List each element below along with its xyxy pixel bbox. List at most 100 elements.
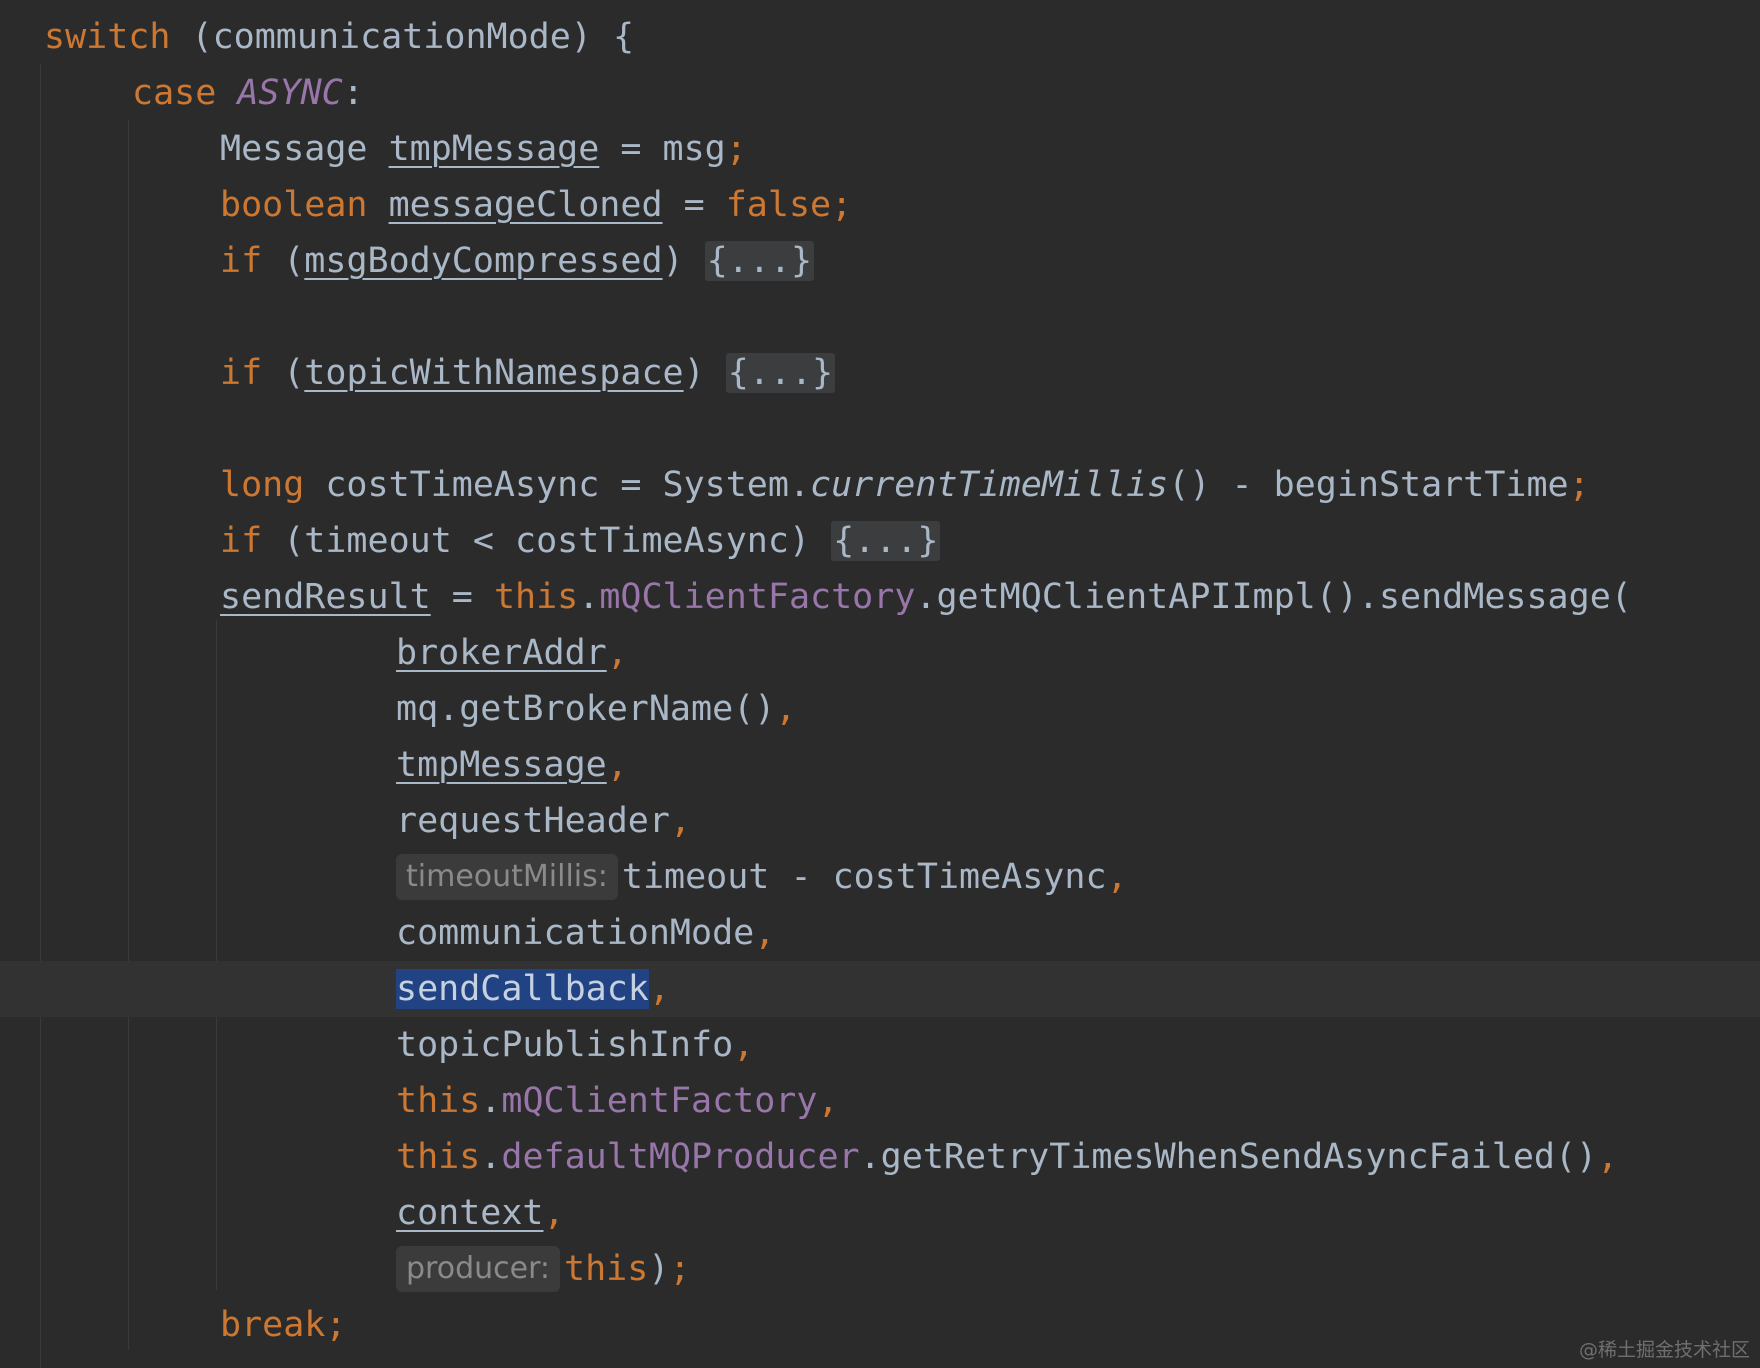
code-token: this <box>396 1081 481 1121</box>
code-token: ASYNC <box>237 73 343 113</box>
indent-guide <box>216 620 217 1290</box>
code-line[interactable]: if (timeout < costTimeAsync) {...} <box>220 513 941 569</box>
code-token: mQClientFactory <box>599 577 916 617</box>
code-line[interactable]: communicationMode, <box>396 905 775 961</box>
code-line[interactable]: timeoutMillis: timeout - costTimeAsync, <box>396 849 1128 905</box>
code-token: case <box>132 73 238 113</box>
code-token: , <box>775 689 797 729</box>
code-token: ; <box>831 185 853 225</box>
code-line[interactable]: mq.getBrokerName(), <box>396 681 796 737</box>
code-token: . <box>578 577 600 617</box>
code-token: communicationMode <box>396 913 755 953</box>
code-line[interactable]: switch (communicationMode) { <box>44 9 634 65</box>
code-token: ; <box>1568 465 1590 505</box>
code-token: context <box>396 1193 544 1233</box>
code-token: ; <box>725 129 747 169</box>
code-line[interactable]: break; <box>220 1297 346 1353</box>
code-token: . <box>480 1137 502 1177</box>
code-token: mQClientFactory <box>501 1081 818 1121</box>
code-token: sendResult <box>220 577 431 617</box>
parameter-hint: producer: <box>396 1246 560 1292</box>
code-token: , <box>669 801 692 841</box>
code-token: false <box>725 185 832 225</box>
code-token: , <box>754 913 776 953</box>
code-line[interactable]: if (msgBodyCompressed) {...} <box>220 233 815 289</box>
code-line[interactable]: tmpMessage, <box>396 737 628 793</box>
code-token: ( <box>283 353 305 393</box>
code-token: () - beginStartTime <box>1168 465 1569 505</box>
watermark: @稀土掘金技术社区 <box>1578 1339 1750 1361</box>
code-editor[interactable]: switch (communicationMode) {case ASYNC: M… <box>0 0 1760 1368</box>
code-token: = <box>430 577 494 617</box>
folded-block[interactable]: {...} <box>704 241 815 281</box>
code-token: this <box>493 577 579 617</box>
code-token: ) <box>662 241 705 281</box>
code-line[interactable]: Message tmpMessage = msg; <box>220 121 747 177</box>
code-token: break <box>220 1305 326 1345</box>
code-token: this <box>396 1137 481 1177</box>
folded-block[interactable]: {...} <box>725 353 836 393</box>
code-token: if <box>220 241 284 281</box>
code-token: defaultMQProducer <box>501 1137 860 1177</box>
code-line[interactable]: brokerAddr, <box>396 625 628 681</box>
code-token: (timeout < costTimeAsync) <box>283 521 832 561</box>
code-line[interactable]: topicPublishInfo, <box>396 1017 754 1073</box>
code-token: costTimeAsync = System. <box>325 465 811 505</box>
code-token: mq.getBrokerName() <box>396 689 776 729</box>
code-line[interactable]: context, <box>396 1185 565 1241</box>
code-line[interactable]: long costTimeAsync = System.currentTimeM… <box>220 457 1590 513</box>
code-line[interactable]: sendCallback, <box>396 961 670 1017</box>
code-line[interactable]: boolean messageCloned = false; <box>220 177 852 233</box>
code-token: (communicationMode) { <box>170 17 635 57</box>
code-token: . <box>480 1081 502 1121</box>
code-token: topicWithNamespace <box>304 353 684 393</box>
code-token: = <box>662 185 726 225</box>
code-token: topicPublishInfo <box>396 1025 734 1065</box>
code-token: , <box>606 633 628 673</box>
code-line[interactable]: requestHeader, <box>396 793 691 849</box>
code-token: , <box>733 1025 755 1065</box>
folded-block[interactable]: {...} <box>831 521 941 561</box>
code-line[interactable]: producer: this); <box>396 1241 690 1297</box>
code-token: brokerAddr <box>396 633 607 673</box>
indent-guide <box>128 120 129 1350</box>
code-token: msgBodyCompressed <box>304 241 663 281</box>
code-token: ) <box>683 353 726 393</box>
code-token: , <box>606 745 628 785</box>
code-token: ; <box>325 1305 347 1345</box>
code-token: this <box>564 1249 649 1289</box>
code-token: = msg <box>599 129 726 169</box>
code-token: , <box>1106 857 1128 897</box>
code-line[interactable]: sendResult = this.mQClientFactory.getMQC… <box>220 569 1632 625</box>
code-token: ) <box>648 1249 670 1289</box>
code-token: boolean <box>220 185 389 225</box>
caret-line-highlight <box>0 961 1760 1017</box>
indent-guide <box>40 64 41 1368</box>
code-token: switch <box>44 17 171 57</box>
code-line[interactable]: case ASYNC: <box>132 65 364 121</box>
code-line[interactable]: if (topicWithNamespace) {...} <box>220 345 836 401</box>
code-token: if <box>220 521 284 561</box>
code-token: requestHeader <box>396 801 670 841</box>
selected-text[interactable]: sendCallback <box>396 969 649 1009</box>
code-token: messageCloned <box>388 185 663 225</box>
code-line[interactable]: this.defaultMQProducer.getRetryTimesWhen… <box>396 1129 1618 1185</box>
code-token: , <box>1597 1137 1619 1177</box>
code-token: : <box>342 73 364 113</box>
code-token: , <box>543 1193 565 1233</box>
code-token: long <box>220 465 326 505</box>
code-token: Message <box>220 129 389 169</box>
code-token: currentTimeMillis <box>810 465 1169 505</box>
code-line[interactable]: this.mQClientFactory, <box>396 1073 839 1129</box>
code-token: , <box>648 969 670 1009</box>
parameter-hint: timeoutMillis: <box>396 854 618 900</box>
code-token: ( <box>283 241 305 281</box>
code-token: ; <box>669 1249 691 1289</box>
code-token: tmpMessage <box>396 745 607 785</box>
code-token: .getMQClientAPIImpl().sendMessage( <box>915 577 1632 617</box>
code-token: timeout - costTimeAsync <box>621 857 1107 897</box>
code-token: tmpMessage <box>388 129 600 169</box>
code-token: if <box>220 353 284 393</box>
code-token: , <box>817 1081 839 1121</box>
code-token: .getRetryTimesWhenSendAsyncFailed() <box>859 1137 1598 1177</box>
